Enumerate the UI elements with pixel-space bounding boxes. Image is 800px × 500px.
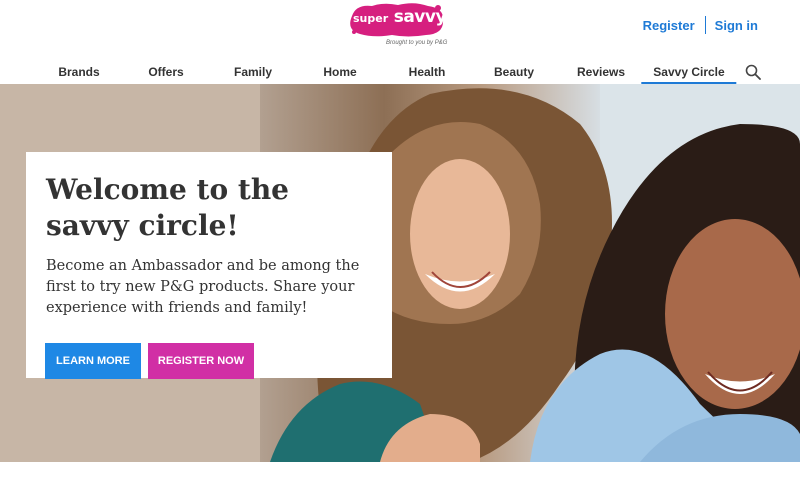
hero-description: Become an Ambassador and be among the fi… [46,258,360,316]
nav-item-home[interactable]: Home [323,58,356,84]
auth-links: Register Sign in [643,16,758,34]
nav-item-savvy-circle[interactable]: Savvy Circle [641,58,737,84]
hero-card: Welcome to the savvy circle! Become an A… [26,152,392,379]
logo-tagline: Brought to you by P&G [386,40,448,46]
learn-more-button[interactable]: LEARN MORE [45,343,141,379]
site-header: super savvy me Brought to you by P&G Reg… [0,0,800,58]
logo-small-text: super [353,12,389,25]
site-logo[interactable]: super savvy me Brought to you by P&G [348,2,480,50]
register-link[interactable]: Register [643,18,695,33]
nav-item-family[interactable]: Family [234,58,272,84]
register-now-button[interactable]: REGISTER NOW [148,343,254,379]
nav-item-brands[interactable]: Brands [58,58,99,84]
nav-item-beauty[interactable]: Beauty [494,58,534,84]
main-nav: Brands Offers Family Home Health Beauty … [0,58,800,84]
hero-title: Welcome to the savvy circle! [46,173,289,242]
nav-item-offers[interactable]: Offers [148,58,183,84]
nav-item-health[interactable]: Health [409,58,446,84]
auth-divider [704,16,706,34]
nav-item-reviews[interactable]: Reviews [577,58,625,84]
signin-link[interactable]: Sign in [715,18,758,33]
page-bottom-area [0,462,800,500]
search-icon[interactable] [745,64,761,80]
logo-big-text: savvy me [393,7,481,27]
hero-banner: Welcome to the savvy circle! Become an A… [0,84,800,462]
